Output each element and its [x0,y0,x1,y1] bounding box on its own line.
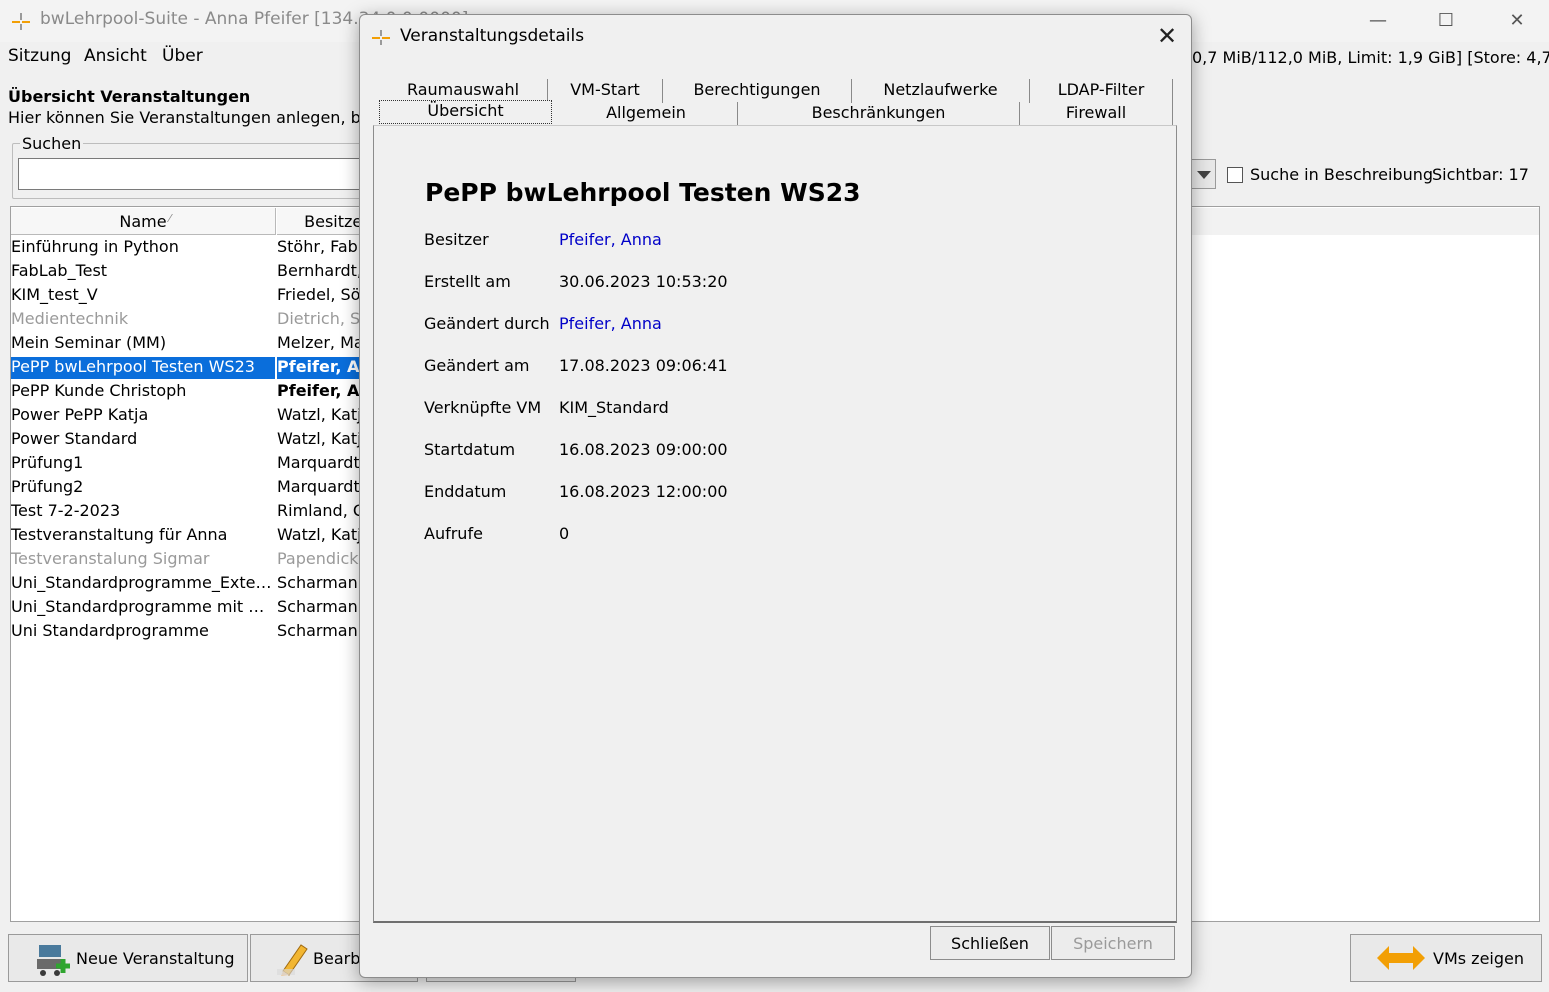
changed-by-label: Geändert durch [424,314,550,333]
table-row[interactable]: FabLab_TestBernhardt, Lisa [11,260,381,284]
calls-value: 0 [559,524,570,543]
table-row[interactable]: Mein Seminar (MM)Melzer, Martin [11,332,381,356]
event-name: Testveranstaltung für Anna [11,525,228,544]
table-header-strip [1190,208,1539,235]
changed-value: 17.08.2023 09:06:41 [559,356,728,375]
tab-vm-start[interactable]: VM-Start [548,79,663,103]
overview-panel [373,125,1177,923]
maximize-button[interactable]: ☐ [1423,6,1469,36]
table-row[interactable]: KIM_test_V Friedel, Sören [11,284,381,308]
window-close-button[interactable]: ✕ [1494,6,1540,36]
end-date-label: Enddatum [424,482,507,501]
event-name: Prüfung1 [11,453,84,472]
table-row[interactable]: Uni_Standardprogramme_Externe Scharmann, … [11,572,381,596]
table-row[interactable]: Uni_Standardprogramme mit Zotero Scharman… [11,596,381,620]
show-vms-label: VMs zeigen [1433,949,1524,968]
search-legend: Suchen [20,134,84,153]
new-event-label: Neue Veranstaltung [76,949,235,968]
new-event-button[interactable]: Neue Veranstaltung [8,934,248,982]
table-row[interactable]: Prüfung2Marquardt, Jan [11,476,381,500]
sort-ascending-icon: ⁄ [169,212,171,225]
column-header-name-label: Name [119,212,167,231]
event-name: Test 7-2-2023 [11,501,121,520]
table-row[interactable]: Testveranstalung SigmarPapendick, Sigmar [11,548,381,572]
tab-netzlaufwerke[interactable]: Netzlaufwerke [852,79,1030,103]
memory-status: 0,7 MiB/112,0 MiB, Limit: 1,9 GiB] [Stor… [1192,48,1549,67]
tab-firewall[interactable]: Firewall [1020,102,1173,126]
event-name: Uni_Standardprogramme_Externe [11,573,275,592]
page-title: Übersicht Veranstaltungen [8,87,251,106]
start-date-label: Startdatum [424,440,516,459]
dropdown-arrow-icon[interactable] [1190,159,1216,189]
search-in-description-label: Suche in Beschreibung [1250,165,1434,184]
bwlehrpool-logo-icon [12,13,30,30]
dialog-close-icon[interactable]: ✕ [1152,22,1182,50]
search-input[interactable] [18,158,368,190]
tab-beschraenkungen[interactable]: Beschränkungen [738,102,1020,126]
event-name: Mein Seminar (MM) [11,333,167,352]
event-name: Einführung in Python [11,237,179,256]
bwlehrpool-logo-icon [372,30,390,45]
event-name: PePP Kunde Christoph [11,381,187,400]
calls-label: Aufrufe [424,524,483,543]
tab-allgemein[interactable]: Allgemein [555,102,738,126]
event-name: PePP bwLehrpool Testen WS23 [11,357,275,379]
table-row[interactable]: Test 7-2-2023Rimland, Christoph [11,500,381,524]
start-date-value: 16.08.2023 09:00:00 [559,440,728,459]
created-value: 30.06.2023 10:53:20 [559,272,728,291]
table-row[interactable]: Power Standard Watzl, Katja [11,428,381,452]
table-row[interactable]: Uni StandardprogrammeScharmann, Jörg [11,620,381,644]
tab-uebersicht[interactable]: Übersicht [379,100,552,124]
event-name: Prüfung2 [11,477,84,496]
owner-label: Besitzer [424,230,489,249]
changed-by-link[interactable]: Pfeifer, Anna [559,314,662,333]
menu-view[interactable]: Ansicht [84,46,147,66]
owner-link[interactable]: Pfeifer, Anna [559,230,662,249]
tab-ldap-filter[interactable]: LDAP-Filter [1030,79,1173,103]
save-button[interactable]: Speichern [1051,926,1175,960]
table-row-selected[interactable]: PePP bwLehrpool Testen WS23Pfeifer, Anna [11,356,381,380]
close-button[interactable]: Schließen [930,926,1050,960]
event-name: Medientechnik [11,309,129,328]
changed-label: Geändert am [424,356,530,375]
pencil-icon [277,944,308,976]
column-header-name[interactable]: Name ⁄ [11,208,276,235]
add-event-icon [37,945,70,976]
event-heading: PePP bwLehrpool Testen WS23 [425,178,861,207]
menu-about[interactable]: Über [162,46,203,66]
table-row[interactable]: Prüfung1Marquardt, Jan [11,452,381,476]
event-name: Power Standard [11,429,138,448]
show-vms-button[interactable]: VMs zeigen [1350,934,1542,982]
tab-berechtigungen[interactable]: Berechtigungen [663,79,852,103]
dialog-title: Veranstaltungsdetails [400,26,585,46]
table-row[interactable]: Testveranstaltung für Anna Watzl, Katja [11,524,381,548]
event-name: Power PePP Katja [11,405,149,424]
event-name: KIM_test_V [11,285,98,304]
double-arrow-icon [1377,946,1425,970]
table-row[interactable]: MedientechnikDietrich, Stefan [11,308,381,332]
minimize-button[interactable]: — [1355,6,1401,36]
end-date-value: 16.08.2023 12:00:00 [559,482,728,501]
table-row[interactable]: Einführung in Python Stöhr, Fabian [11,236,381,260]
event-name: Uni_Standardprogramme mit Zotero [11,597,275,616]
linked-vm-label: Verknüpfte VM [424,398,542,417]
linked-vm-value: KIM_Standard [559,398,669,417]
table-row[interactable]: PePP Kunde ChristophPfeifer, Anna [11,380,381,404]
search-in-description-checkbox[interactable] [1227,167,1243,183]
event-name: FabLab_Test [11,261,108,280]
table-row[interactable]: Power PePP Katja Watzl, Katja [11,404,381,428]
menu-session[interactable]: Sitzung [8,46,71,66]
event-name: Testveranstalung Sigmar [11,549,210,568]
visible-count: Sichtbar: 17 [1432,165,1529,184]
event-name: Uni Standardprogramme [11,621,209,640]
created-label: Erstellt am [424,272,511,291]
